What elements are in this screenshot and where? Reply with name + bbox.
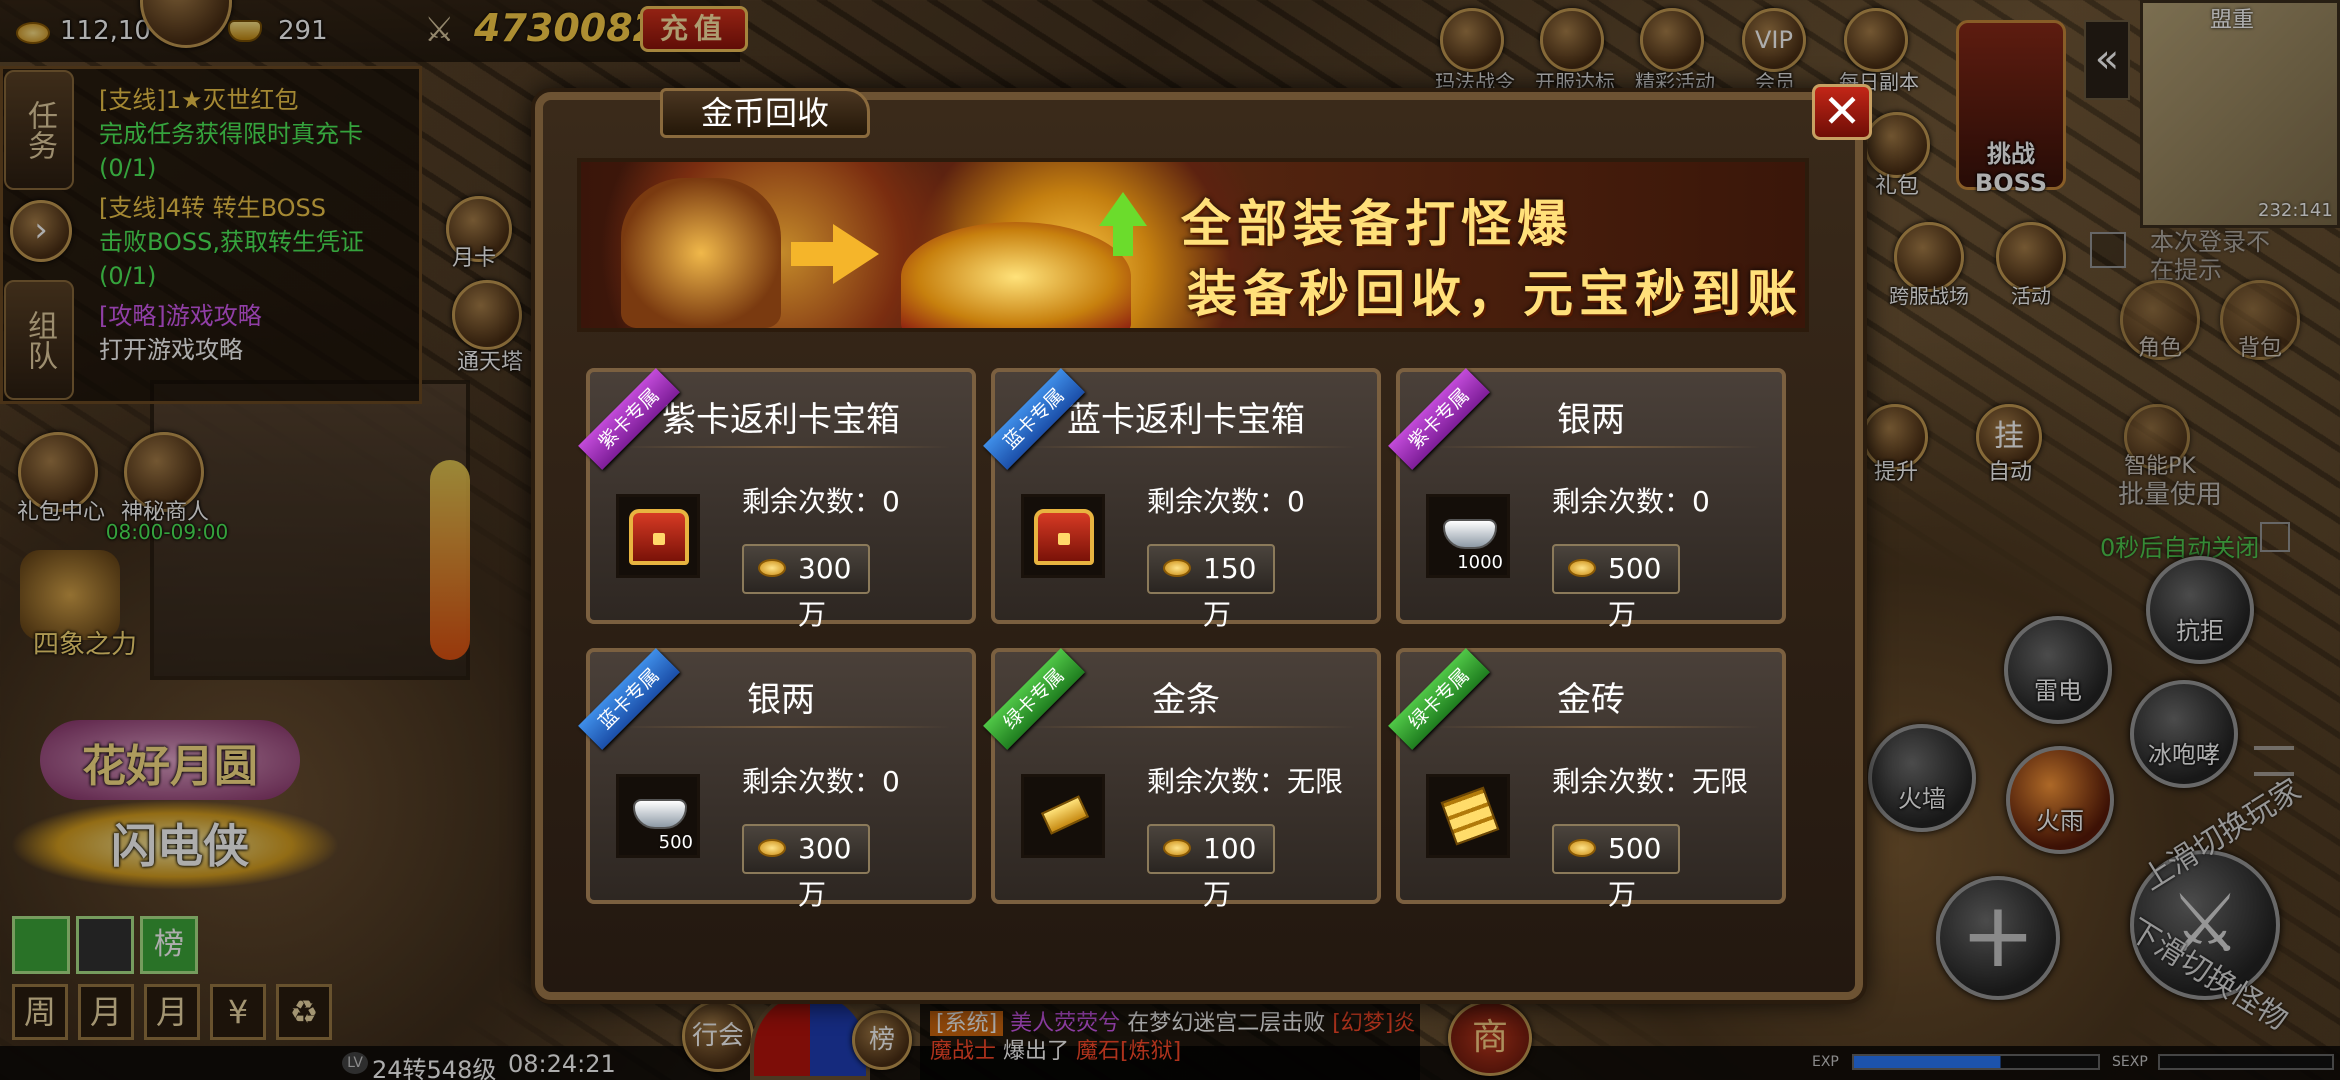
arrow-icon bbox=[791, 242, 837, 266]
recycle-card: 紫卡返利卡宝箱 紫卡专属 剩余次数：0 300万 bbox=[578, 368, 976, 631]
divider bbox=[1430, 446, 1760, 448]
recycle-card: 银两 蓝卡专属 剩余次数：0 500 300万 bbox=[578, 648, 976, 911]
gold-brick-icon bbox=[1440, 786, 1500, 846]
item-quantity: 500 bbox=[658, 832, 693, 853]
remaining-value: 0 bbox=[1692, 485, 1710, 518]
remaining-count: 剩余次数：0 bbox=[1552, 480, 1710, 520]
divider bbox=[620, 446, 950, 448]
recycle-card: 金条 绿卡专属 剩余次数：无限 100万 bbox=[983, 648, 1381, 911]
remaining-value: 0 bbox=[882, 485, 900, 518]
gold-coin-icon bbox=[758, 839, 786, 857]
silver-ingot-icon bbox=[633, 799, 687, 829]
silver-ingot-icon bbox=[1443, 519, 1497, 549]
price-value: 500万 bbox=[1608, 832, 1662, 911]
close-button[interactable]: ✕ bbox=[1812, 84, 1872, 140]
gold-coin-icon bbox=[1568, 559, 1596, 577]
recycle-price-button[interactable]: 150万 bbox=[1147, 544, 1275, 631]
divider bbox=[1025, 726, 1355, 728]
recycle-card: 金砖 绿卡专属 剩余次数：无限 500万 bbox=[1388, 648, 1786, 911]
remaining-count: 剩余次数：0 bbox=[742, 760, 900, 800]
gold-bar-icon bbox=[1040, 795, 1090, 835]
price-value: 300万 bbox=[798, 832, 852, 911]
remaining-value: 0 bbox=[1287, 485, 1305, 518]
remaining-label: 剩余次数： bbox=[1147, 765, 1288, 798]
remaining-count: 剩余次数：无限 bbox=[1552, 760, 1748, 800]
item-slot[interactable] bbox=[616, 494, 700, 578]
item-slot[interactable] bbox=[1426, 774, 1510, 858]
remaining-label: 剩余次数： bbox=[742, 765, 883, 798]
remaining-count: 剩余次数：0 bbox=[742, 480, 900, 520]
item-slot[interactable] bbox=[1021, 774, 1105, 858]
recycle-price-button[interactable]: 500万 bbox=[1552, 544, 1680, 631]
banner-line1: 全部装备打怪爆 bbox=[1181, 194, 1573, 253]
recycle-price-button[interactable]: 500万 bbox=[1552, 824, 1680, 911]
item-slot[interactable]: 500 bbox=[616, 774, 700, 858]
item-slot[interactable] bbox=[1021, 494, 1105, 578]
arrow-head-icon bbox=[833, 224, 879, 284]
divider bbox=[620, 726, 950, 728]
up-arrow-icon bbox=[1113, 226, 1133, 256]
remaining-label: 剩余次数： bbox=[1552, 765, 1693, 798]
remaining-value: 无限 bbox=[1692, 765, 1749, 798]
item-quantity: 1000 bbox=[1457, 552, 1503, 573]
chest-icon bbox=[629, 509, 689, 565]
remaining-count: 剩余次数：0 bbox=[1147, 480, 1305, 520]
up-arrow-head-icon bbox=[1099, 192, 1147, 226]
gold-coin-icon bbox=[1163, 839, 1191, 857]
gold-coin-icon bbox=[1568, 839, 1596, 857]
chest-icon bbox=[1034, 509, 1094, 565]
gold-coin-icon bbox=[758, 559, 786, 577]
recycle-grid: 紫卡返利卡宝箱 紫卡专属 剩余次数：0 300万 蓝卡返利卡宝箱 蓝卡专属 剩余次数：0 15… bbox=[578, 368, 1796, 911]
gold-coin-icon bbox=[1163, 559, 1191, 577]
divider bbox=[1430, 726, 1760, 728]
recycle-card: 银两 紫卡专属 剩余次数：0 1000 500万 bbox=[1388, 368, 1786, 631]
remaining-count: 剩余次数：无限 bbox=[1147, 760, 1343, 800]
promo-banner: 全部装备打怪爆 装备秒回收，元宝秒到账 bbox=[577, 158, 1809, 332]
banner-line2: 装备秒回收，元宝秒到账 bbox=[1187, 264, 1803, 323]
recycle-card: 蓝卡返利卡宝箱 蓝卡专属 剩余次数：0 150万 bbox=[983, 368, 1381, 631]
price-value: 150万 bbox=[1203, 552, 1257, 631]
price-value: 500万 bbox=[1608, 552, 1662, 631]
remaining-value: 0 bbox=[882, 765, 900, 798]
warrior-figure bbox=[621, 178, 781, 328]
remaining-label: 剩余次数： bbox=[742, 485, 883, 518]
item-slot[interactable]: 1000 bbox=[1426, 494, 1510, 578]
recycle-price-button[interactable]: 300万 bbox=[742, 824, 870, 911]
remaining-label: 剩余次数： bbox=[1552, 485, 1693, 518]
remaining-value: 无限 bbox=[1287, 765, 1344, 798]
remaining-label: 剩余次数： bbox=[1147, 485, 1288, 518]
recycle-price-button[interactable]: 100万 bbox=[1147, 824, 1275, 911]
price-value: 300万 bbox=[798, 552, 852, 631]
dialog-title: 金币回收 bbox=[660, 88, 870, 138]
gold-pile bbox=[901, 222, 1131, 328]
recycle-price-button[interactable]: 300万 bbox=[742, 544, 870, 631]
divider bbox=[1025, 446, 1355, 448]
price-value: 100万 bbox=[1203, 832, 1257, 911]
